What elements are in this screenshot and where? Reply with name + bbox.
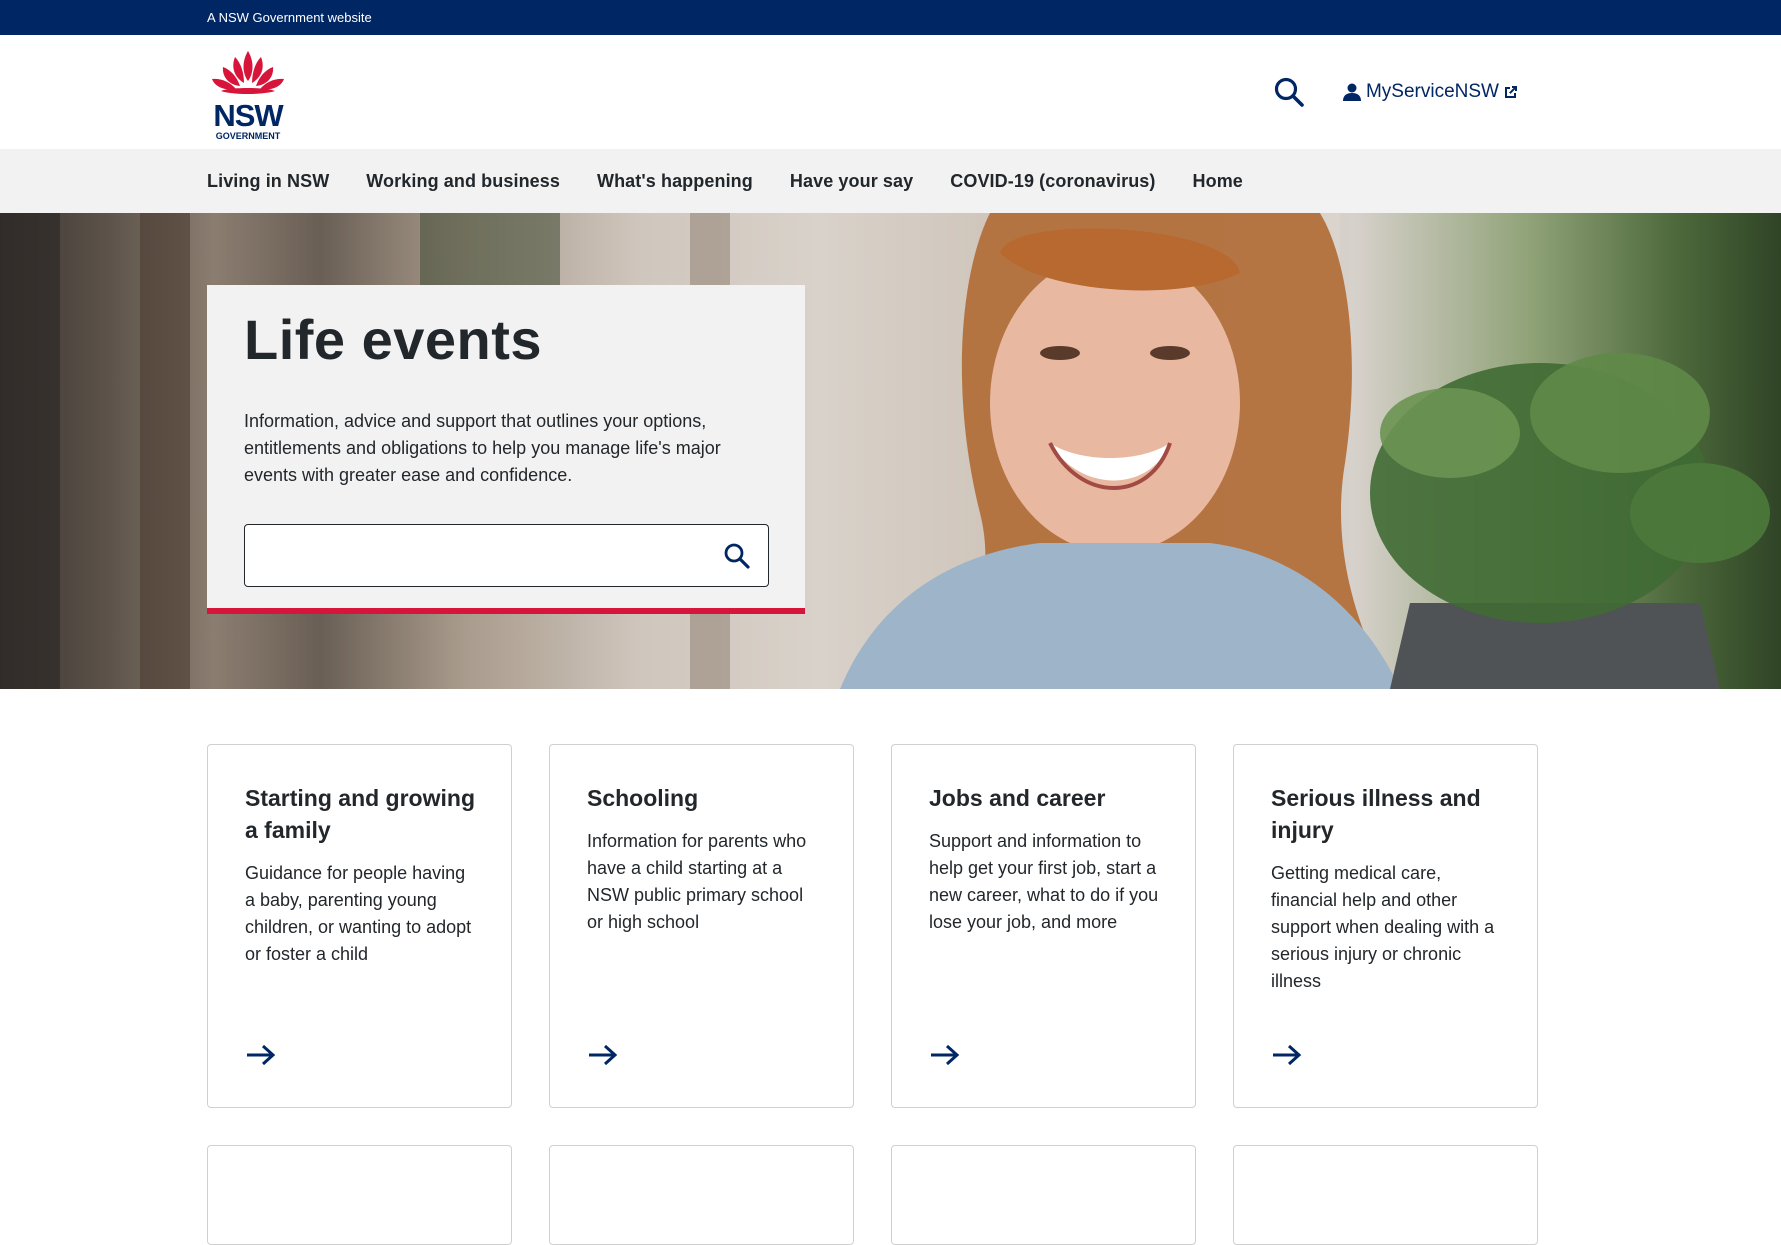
card-jobs-and-career[interactable]: Jobs and career Support and information … [891, 744, 1196, 1108]
myservicensw-label: MyServiceNSW [1365, 81, 1499, 102]
hero-card: Life events Information, advice and supp… [207, 285, 805, 614]
hero-search-input[interactable] [245, 525, 768, 586]
header-actions: MyServiceNSW [1272, 75, 1519, 109]
logo-subtext: GOVERNMENT [216, 131, 281, 141]
user-icon [1342, 83, 1361, 101]
card-title: Starting and growing a family [245, 785, 475, 843]
main-navigation: Living in NSW Working and business What'… [0, 149, 1781, 213]
search-icon [1274, 77, 1304, 107]
nav-item-whats-happening[interactable]: What's happening [597, 171, 753, 192]
card-placeholder[interactable] [1233, 1145, 1538, 1245]
card-description: Information for parents who have a child… [587, 831, 807, 932]
nav-item-living-in-nsw[interactable]: Living in NSW [207, 171, 329, 192]
search-icon [724, 543, 750, 569]
card-description: Getting medical care, financial help and… [1271, 863, 1495, 991]
logo-word: NSW [213, 98, 284, 133]
card-description: Guidance for people having a baby, paren… [245, 863, 472, 964]
arrow-right-icon [1273, 1044, 1302, 1066]
hero-banner: Life events Information, advice and supp… [0, 213, 1781, 689]
nav-item-have-your-say[interactable]: Have your say [790, 171, 913, 192]
hero-search-button[interactable] [720, 539, 754, 573]
life-event-cards: Starting and growing a family Guidance f… [207, 744, 1538, 1245]
masthead-bar: A NSW Government website [0, 0, 1781, 35]
arrow-right-icon [589, 1044, 618, 1066]
arrow-right-icon [247, 1044, 276, 1066]
hero-search-box [244, 524, 769, 587]
nsw-government-logo[interactable]: NSW GOVERNMENT [207, 47, 289, 142]
page-title: Life events [244, 308, 543, 371]
card-placeholder[interactable] [549, 1145, 854, 1245]
card-placeholder[interactable] [891, 1145, 1196, 1245]
site-header: NSW GOVERNMENT MyServiceNSW [0, 35, 1781, 149]
card-title: Schooling [587, 785, 699, 811]
header-search-button[interactable] [1272, 75, 1306, 109]
card-starting-and-growing-a-family[interactable]: Starting and growing a family Guidance f… [207, 744, 512, 1108]
external-link-icon [1505, 86, 1517, 98]
masthead-text: A NSW Government website [207, 10, 372, 25]
card-placeholder[interactable] [207, 1145, 512, 1245]
arrow-right-icon [931, 1044, 960, 1066]
hero-intro: Information, advice and support that out… [244, 411, 721, 485]
card-title: Serious illness and injury [1271, 785, 1481, 843]
nav-item-covid-19[interactable]: COVID-19 (coronavirus) [950, 171, 1155, 192]
nav-item-home[interactable]: Home [1193, 171, 1243, 192]
card-schooling[interactable]: Schooling Information for parents who ha… [549, 744, 854, 1108]
card-description: Support and information to help get your… [929, 831, 1159, 932]
nav-item-working-and-business[interactable]: Working and business [366, 171, 560, 192]
card-serious-illness-and-injury[interactable]: Serious illness and injury Getting medic… [1233, 744, 1538, 1108]
myservicensw-link[interactable]: MyServiceNSW [1342, 81, 1519, 103]
card-title: Jobs and career [929, 785, 1106, 811]
